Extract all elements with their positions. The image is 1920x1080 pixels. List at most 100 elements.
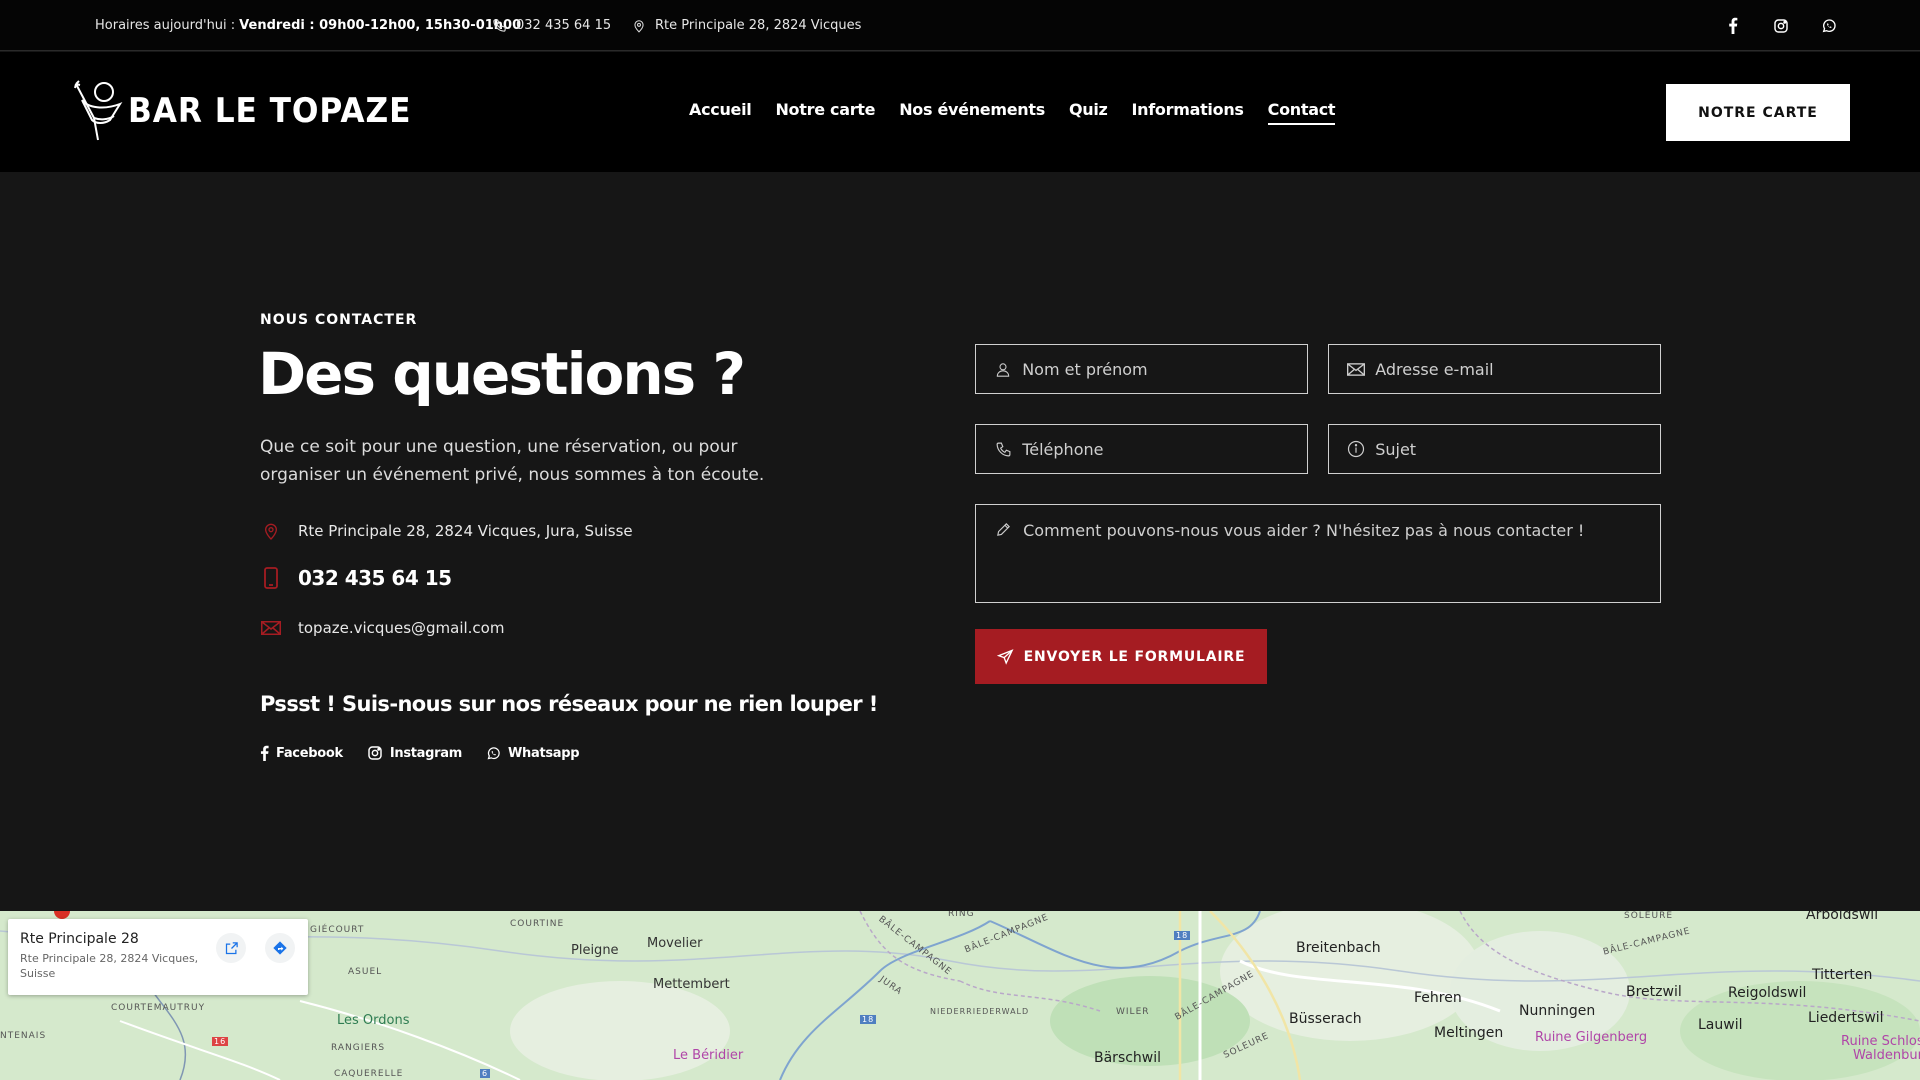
top-info-bar: Horaires aujourd'hui : Vendredi : 09h00-…: [0, 0, 1920, 51]
phone-field[interactable]: [975, 424, 1308, 474]
nav-evenements[interactable]: Nos événements: [899, 100, 1045, 125]
map-label: Reigoldswil: [1728, 985, 1807, 1001]
map-label: WILER: [1116, 1007, 1150, 1017]
topbar-phone[interactable]: 032 435 64 15: [492, 0, 611, 51]
map-label: Le Béridier: [673, 1048, 744, 1063]
social-links: Facebook Instagram Whatsapp: [260, 745, 580, 761]
map-label: Arboldswil: [1806, 911, 1879, 923]
page-title: Des questions ?: [258, 340, 746, 408]
directions-button[interactable]: [265, 933, 295, 963]
instagram-icon[interactable]: [1772, 17, 1790, 35]
open-in-maps-button[interactable]: [216, 933, 246, 963]
instagram-link[interactable]: Instagram: [367, 745, 462, 761]
map-place-title: Rte Principale 28: [20, 931, 139, 947]
directions-icon: [273, 941, 287, 955]
whatsapp-link[interactable]: Whatsapp: [486, 745, 580, 761]
whatsapp-link-label: Whatsapp: [507, 745, 580, 761]
instagram-link-label: Instagram: [389, 745, 462, 761]
route-shield: 18: [1174, 931, 1191, 940]
email-field[interactable]: [1328, 344, 1661, 394]
map-label: NTENAIS: [0, 1031, 47, 1041]
map-place-card[interactable]: Rte Principale 28 Rte Principale 28, 282…: [8, 919, 308, 995]
route-shield: 6: [480, 1069, 491, 1078]
external-link-icon: [225, 941, 238, 954]
contact-email[interactable]: topaze.vicques@gmail.com: [260, 619, 504, 637]
logo-text: BAR LE TOPAZE: [128, 91, 412, 131]
nav-contact[interactable]: Contact: [1267, 100, 1336, 125]
map-label: RING: [948, 911, 975, 919]
email-input[interactable]: [1375, 359, 1660, 379]
route-shield: 16: [212, 1037, 229, 1046]
map-label: Büsserach: [1289, 1011, 1362, 1027]
mobile-phone-icon: [260, 567, 282, 589]
phone-icon: [994, 441, 1012, 458]
map-label: Titterten: [1812, 967, 1873, 983]
map-label: Breitenbach: [1296, 940, 1381, 956]
contact-email-text: topaze.vicques@gmail.com: [298, 619, 505, 637]
nav-informations[interactable]: Informations: [1132, 100, 1244, 125]
map-label: Ruine Gilgenberg: [1535, 1030, 1648, 1045]
envelope-icon: [1347, 362, 1366, 376]
nav-quiz[interactable]: Quiz: [1069, 100, 1108, 125]
main-header: BAR LE TOPAZE Accueil Notre carte Nos év…: [0, 52, 1920, 172]
map-label: Mettembert: [653, 977, 730, 992]
whatsapp-icon: [487, 746, 500, 759]
section-eyebrow: NOUS CONTACTER: [260, 312, 418, 328]
contact-address: Rte Principale 28, 2824 Vicques, Jura, S…: [260, 521, 633, 541]
map-label: Waldenbur: [1853, 1048, 1920, 1063]
name-input[interactable]: [1022, 359, 1307, 379]
send-form-button[interactable]: ENVOYER LE FORMULAIRE: [975, 629, 1267, 684]
instagram-icon: [368, 746, 382, 760]
logo[interactable]: BAR LE TOPAZE: [74, 78, 436, 144]
main-nav: Accueil Notre carte Nos événements Quiz …: [689, 52, 1336, 172]
notre-carte-button[interactable]: NOTRE CARTE: [1666, 84, 1850, 141]
map-label: Nunningen: [1519, 1003, 1596, 1019]
map-label: Meltingen: [1434, 1025, 1504, 1041]
map-place-address: Rte Principale 28, 2824 Vicques, Suisse: [20, 952, 199, 980]
pencil-icon: [994, 521, 1013, 538]
topbar-address-text: Rte Principale 28, 2824 Vicques: [655, 18, 862, 33]
map-label: GIÉCOURT: [310, 925, 365, 935]
whatsapp-icon[interactable]: [1820, 17, 1838, 35]
nav-notre-carte[interactable]: Notre carte: [775, 100, 875, 125]
social-title: Pssst ! Suis-nous sur nos réseaux pour n…: [260, 692, 878, 716]
map-label: CAQUERELLE: [334, 1069, 404, 1079]
phone-icon: [493, 19, 506, 32]
paper-plane-icon: [996, 648, 1014, 665]
hours-label: Horaires aujourd'hui :: [95, 18, 236, 33]
message-input[interactable]: [1023, 521, 1660, 591]
facebook-icon[interactable]: [1724, 17, 1742, 35]
send-form-label: ENVOYER LE FORMULAIRE: [1023, 648, 1246, 665]
hours-value: Vendredi : 09h00-12h00, 15h30-01h00: [239, 18, 522, 33]
contact-phone-text: 032 435 64 15: [298, 566, 452, 590]
facebook-link-label: Facebook: [276, 745, 343, 761]
map-label: Bärschwil: [1094, 1050, 1162, 1066]
map-label: Liedertswil: [1808, 1010, 1884, 1026]
map-label: SOLEURE: [1624, 911, 1674, 921]
map-label: Ruine Schlos: [1841, 1034, 1920, 1049]
subject-input[interactable]: [1375, 439, 1660, 459]
facebook-link[interactable]: Facebook: [260, 745, 343, 761]
topbar-address[interactable]: Rte Principale 28, 2824 Vicques: [632, 0, 861, 51]
location-pin-icon: [634, 19, 644, 33]
phone-input[interactable]: [1022, 439, 1307, 459]
info-icon: [1347, 440, 1365, 458]
message-field[interactable]: [975, 504, 1661, 603]
map-label: COURTEMAUTRUY: [111, 1003, 206, 1013]
nav-accueil[interactable]: Accueil: [689, 100, 752, 125]
opening-hours: Horaires aujourd'hui : Vendredi : 09h00-…: [95, 0, 521, 51]
map-label: Lauwil: [1698, 1017, 1743, 1033]
cocktail-logo-icon: [74, 80, 123, 141]
map-label: Movelier: [647, 936, 703, 951]
map-label: RANGIERS: [331, 1043, 386, 1053]
contact-phone[interactable]: 032 435 64 15: [260, 566, 452, 590]
map-label: ASUEL: [348, 967, 383, 977]
map-label: COURTINE: [510, 919, 565, 929]
subject-field[interactable]: [1328, 424, 1661, 474]
name-field[interactable]: [975, 344, 1308, 394]
embedded-map[interactable]: GIÉCOURT COURTINE Pleigne Movelier Mette…: [0, 911, 1920, 1080]
envelope-icon: [260, 621, 282, 635]
user-icon: [994, 361, 1012, 378]
map-label: Pleigne: [571, 943, 619, 958]
contact-address-text: Rte Principale 28, 2824 Vicques, Jura, S…: [298, 522, 633, 540]
